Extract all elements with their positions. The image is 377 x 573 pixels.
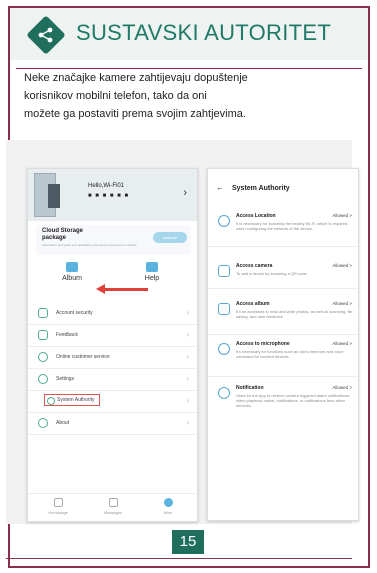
permission-notification[interactable]: Notification Allowed > Used for the App …: [208, 385, 358, 425]
permission-camera[interactable]: Access camera Allowed > To add a device …: [208, 263, 358, 289]
intro-line: Neke značajke kamere zahtijevaju dopušte…: [24, 72, 248, 84]
permission-title: Access camera: [236, 263, 273, 269]
permission-album[interactable]: Access album Allowed > It'll be accessed…: [208, 301, 358, 335]
tab-mine[interactable]: Mine: [143, 498, 193, 515]
album-icon: [66, 262, 78, 272]
share-logo-icon: [26, 15, 66, 55]
highlight-arrow: [96, 284, 148, 294]
permission-title: Notification: [236, 385, 264, 391]
page-header: SUSTAVSKI AUTORITET: [10, 8, 368, 60]
about-icon: [38, 418, 48, 428]
help-icon: [146, 262, 158, 272]
chevron-right-icon: ›: [186, 396, 189, 405]
chevron-right-icon: ›: [186, 352, 189, 361]
account-masked: ■ ■ ■ ■ ■ ■: [88, 193, 130, 199]
permission-title: Access Location: [236, 213, 276, 219]
permission-status: Allowed >: [332, 263, 352, 268]
location-icon: [218, 215, 230, 227]
intro-text: Neke značajke kamere zahtijevaju dopušte…: [24, 69, 344, 123]
settings-menu: Account security › Feedback › Online cus…: [28, 303, 197, 435]
menu-label: Feedback: [56, 332, 78, 338]
menu-label: Account security: [56, 310, 93, 316]
shield-icon: [38, 308, 48, 318]
feedback-icon: [38, 330, 48, 340]
permission-title: Access album: [236, 301, 270, 307]
cloud-title: Cloud Storage: [42, 228, 84, 234]
system-authority-screenshot: ← System Authority Access Location Allow…: [207, 168, 359, 521]
footer-divider: [6, 558, 352, 559]
tab-label: Homepage: [48, 510, 68, 515]
user-icon: [163, 498, 173, 507]
permission-status: Allowed >: [332, 301, 352, 306]
menu-item-account-security[interactable]: Account security ›: [28, 303, 197, 325]
cloud-title-2: package: [42, 235, 67, 241]
permission-desc: It's necessary for functions such as vid…: [236, 349, 344, 359]
tab-homepage[interactable]: Homepage: [33, 498, 83, 515]
screen-title: System Authority: [232, 185, 290, 192]
permission-status: Allowed >: [332, 213, 352, 218]
gear-icon: [38, 374, 48, 384]
device-image: [34, 173, 60, 217]
image-icon: [218, 303, 230, 315]
permission-microphone[interactable]: Access to microphone Allowed > It's nece…: [208, 341, 358, 377]
album-label: Album: [62, 275, 82, 282]
permission-desc: Used for the App to receive camera trigg…: [236, 393, 351, 408]
menu-item-system-authority[interactable]: System Authority ›: [28, 391, 197, 413]
permission-desc: It is necessary for scanning the nearby …: [236, 221, 348, 231]
menu-label: About: [56, 420, 70, 426]
cloud-storage-card[interactable]: Cloud Storage package Information encryp…: [36, 225, 191, 255]
permission-title: Access to microphone: [236, 341, 290, 347]
tab-messages[interactable]: Messages: [88, 498, 138, 515]
camera-icon: [218, 265, 230, 277]
tab-label: Mine: [163, 510, 173, 515]
intro-line: možete ga postaviti prema svojim zahtjev…: [24, 108, 246, 120]
bottom-tab-bar: Homepage Messages Mine: [28, 493, 197, 521]
cloud-desc: Information encrypted and uploaded to th…: [42, 243, 137, 247]
menu-item-feedback[interactable]: Feedback ›: [28, 325, 197, 347]
menu-item-about[interactable]: About ›: [28, 413, 197, 435]
menu-item-online-service[interactable]: Online customer service ›: [28, 347, 197, 369]
permission-status: Allowed >: [332, 341, 352, 346]
permission-desc: It'll be accessed to read and write phot…: [236, 309, 353, 319]
permission-status: Allowed >: [332, 385, 352, 390]
home-icon: [53, 498, 63, 507]
permission-desc: To add a device by scanning a QR code: [236, 271, 307, 276]
permission-location[interactable]: Access Location Allowed > It is necessar…: [208, 213, 358, 247]
chevron-right-icon: ›: [186, 308, 189, 317]
chevron-right-icon: ›: [186, 330, 189, 339]
activate-button[interactable]: Activate: [153, 232, 187, 243]
chevron-right-icon[interactable]: ›: [183, 187, 187, 199]
help-label: Help: [144, 275, 160, 282]
mine-screen-screenshot: Hello,Wi-Fi01 ■ ■ ■ ■ ■ ■ › Cloud Storag…: [27, 168, 198, 522]
greeting-text: Hello,Wi-Fi01: [88, 183, 125, 189]
menu-label: System Authority: [44, 394, 100, 406]
microphone-icon: [218, 343, 230, 355]
profile-banner: Hello,Wi-Fi01 ■ ■ ■ ■ ■ ■ ›: [28, 169, 197, 221]
page-number: 15: [172, 530, 204, 554]
menu-label: Settings: [56, 376, 75, 382]
headset-icon: [38, 352, 48, 362]
bell-icon: [218, 387, 230, 399]
chevron-right-icon: ›: [186, 418, 189, 427]
chevron-right-icon: ›: [186, 374, 189, 383]
tab-label: Messages: [103, 510, 123, 515]
menu-label: Online customer service: [56, 354, 110, 360]
message-icon: [108, 498, 118, 507]
intro-line: korisnikov mobilni telefon, tako da oni: [24, 90, 207, 102]
back-arrow-icon[interactable]: ←: [216, 183, 224, 192]
menu-item-settings[interactable]: Settings ›: [28, 369, 197, 391]
page-title: SUSTAVSKI AUTORITET: [76, 20, 332, 45]
